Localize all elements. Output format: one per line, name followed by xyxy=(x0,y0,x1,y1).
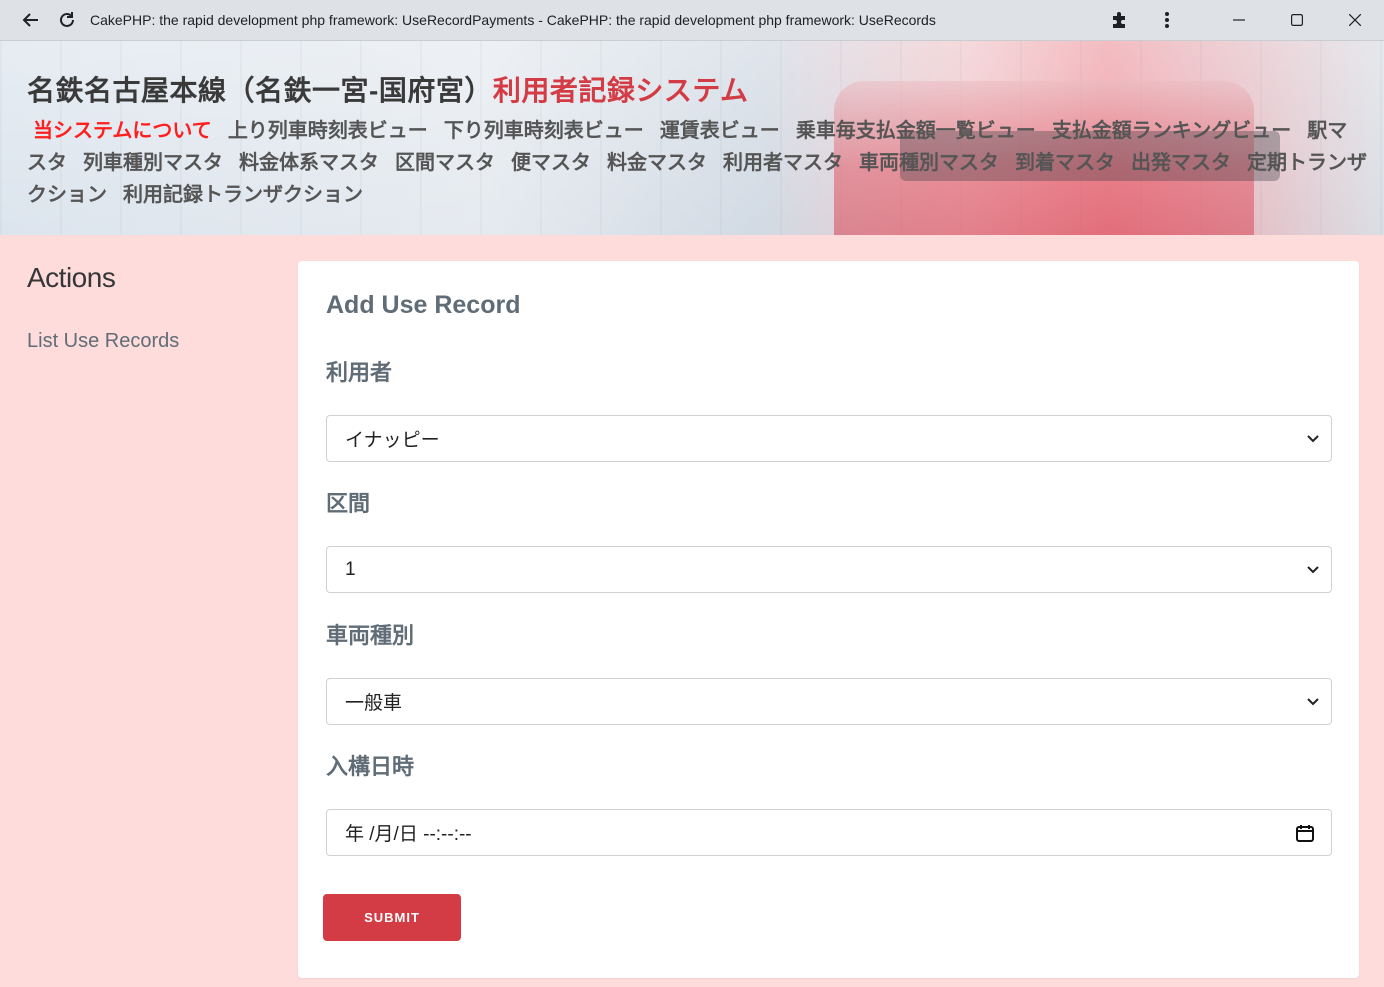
site-title-main: 名鉄名古屋本線（名鉄一宮-国府宮） xyxy=(27,75,493,106)
nav-link-arrivals[interactable]: 到着マスタ xyxy=(1015,152,1115,174)
extensions-button[interactable] xyxy=(1102,3,1136,37)
entry-datetime-input[interactable]: 年 /月/日 --:--:-- xyxy=(326,809,1332,856)
section-select-value: 1 xyxy=(345,558,356,580)
main-nav: 当システムについて 上り列車時刻表ビュー 下り列車時刻表ビュー 運賃表ビュー 乗車毎支払… xyxy=(27,115,1367,211)
header-banner: 名鉄名古屋本線（名鉄一宮-国府宮）利用者記録システム 当システムについて 上り列車… xyxy=(0,41,1384,235)
submit-button[interactable]: SUBMIT xyxy=(323,894,461,941)
sidebar-heading: Actions xyxy=(27,262,116,293)
entry-datetime-value: 年 /月/日 --:--:-- xyxy=(345,824,472,845)
nav-link-about[interactable]: 当システムについて xyxy=(33,120,212,142)
form-title: Add Use Record xyxy=(326,291,521,319)
maximize-button[interactable] xyxy=(1268,0,1326,40)
minimize-icon xyxy=(1233,19,1245,21)
site-title: 名鉄名古屋本線（名鉄一宮-国府宮）利用者記録システム xyxy=(27,69,749,109)
nav-link-users[interactable]: 利用者マスタ xyxy=(723,152,843,174)
browser-titlebar: CakePHP: the rapid development php frame… xyxy=(0,0,1384,41)
close-button[interactable] xyxy=(1326,0,1384,40)
user-label: 利用者 xyxy=(326,360,393,385)
back-button[interactable] xyxy=(14,3,48,37)
close-icon xyxy=(1349,14,1361,26)
back-arrow-icon xyxy=(22,13,38,27)
section-select[interactable]: 1 xyxy=(326,546,1332,593)
nav-link-payment-list[interactable]: 乗車毎支払金額一覧ビュー xyxy=(796,120,1036,142)
puzzle-icon xyxy=(1113,12,1125,28)
minimize-button[interactable] xyxy=(1210,0,1268,40)
chevron-down-icon xyxy=(1307,435,1319,443)
form-card: Add Use Record 利用者 イナッピー 区間 1 車両種別 一般車 入… xyxy=(298,261,1359,978)
entry-datetime-label: 入構日時 xyxy=(326,754,415,779)
user-select[interactable]: イナッピー xyxy=(326,415,1332,462)
site-title-accent: 利用者記録システム xyxy=(492,75,749,106)
reload-button[interactable] xyxy=(50,3,84,37)
calendar-icon[interactable] xyxy=(1295,823,1315,843)
nav-link-up-timetable[interactable]: 上り列車時刻表ビュー xyxy=(228,120,428,142)
nav-link-train-types[interactable]: 列車種別マスタ xyxy=(83,152,223,174)
section-label: 区間 xyxy=(326,491,371,516)
nav-link-use-record-transactions[interactable]: 利用記録トランザクション xyxy=(123,184,363,206)
reload-icon xyxy=(60,12,74,27)
car-type-select[interactable]: 一般車 xyxy=(326,678,1332,725)
chevron-down-icon xyxy=(1307,698,1319,706)
window-title: CakePHP: the rapid development php frame… xyxy=(90,12,936,28)
user-select-value: イナッピー xyxy=(345,430,440,451)
car-type-label: 車両種別 xyxy=(326,623,415,648)
nav-link-departures[interactable]: 出発マスタ xyxy=(1131,152,1231,174)
nav-link-services[interactable]: 便マスタ xyxy=(511,152,591,174)
list-use-records-link[interactable]: List Use Records xyxy=(27,330,277,353)
nav-link-sections[interactable]: 区間マスタ xyxy=(395,152,495,174)
maximize-icon xyxy=(1291,14,1303,26)
nav-link-car-types[interactable]: 車両種別マスタ xyxy=(859,152,999,174)
sidebar: Actions List Use Records xyxy=(27,262,277,353)
nav-link-fare-systems[interactable]: 料金体系マスタ xyxy=(239,152,379,174)
chevron-down-icon xyxy=(1307,566,1319,574)
nav-link-payment-ranking[interactable]: 支払金額ランキングビュー xyxy=(1052,120,1291,142)
nav-link-down-timetable[interactable]: 下り列車時刻表ビュー xyxy=(444,120,644,142)
more-vertical-icon xyxy=(1165,12,1169,28)
nav-link-fare-table[interactable]: 運賃表ビュー xyxy=(660,120,780,142)
car-type-select-value: 一般車 xyxy=(345,693,403,714)
nav-link-fares[interactable]: 料金マスタ xyxy=(607,152,707,174)
menu-button[interactable] xyxy=(1150,3,1184,37)
